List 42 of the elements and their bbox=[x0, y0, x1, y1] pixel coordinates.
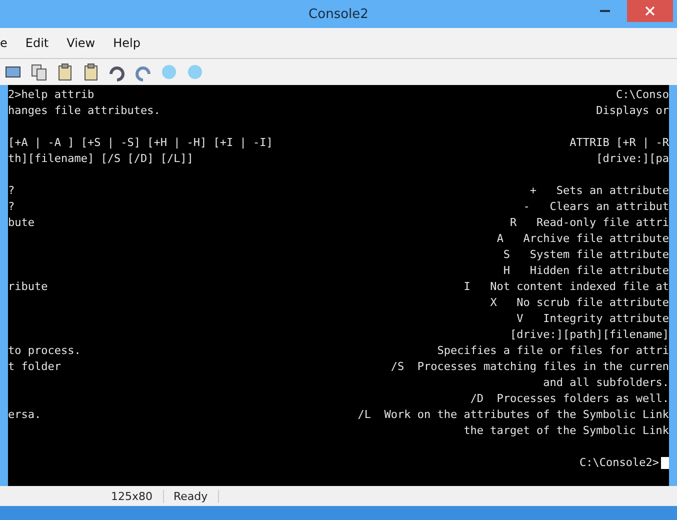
menu-item[interactable]: View bbox=[66, 36, 96, 50]
console-line: the target of the Symbolic Link bbox=[464, 423, 669, 439]
close-button[interactable] bbox=[627, 0, 673, 22]
console-line: th][filename] [/S [/D] [/L]] bbox=[8, 151, 194, 167]
console-line: A Archive file attribute bbox=[496, 231, 669, 247]
menu-item[interactable]: e bbox=[0, 36, 8, 50]
console-line: ATTRIB [+R | -R bbox=[570, 135, 669, 151]
close-icon bbox=[645, 6, 655, 16]
console-line: [drive:][pa bbox=[596, 151, 669, 167]
menu-item[interactable]: Edit bbox=[25, 36, 49, 50]
console-line: Specifies a file or files for attri bbox=[437, 343, 669, 359]
console-line: /L Work on the attributes of the Symbolic Link bbox=[358, 407, 669, 423]
console-line: [+A | -A ] [+S | -S] [+H | -H] [+I | -I] bbox=[8, 135, 273, 151]
console-line: t folder bbox=[8, 359, 61, 375]
console-line: hanges file attributes. bbox=[8, 103, 160, 119]
console-line: + Sets an attribute bbox=[530, 183, 669, 199]
console-line: /D Processes folders as well. bbox=[470, 391, 669, 407]
console-line: /S Processes matching files in the curren bbox=[390, 359, 669, 375]
console-line: ersa. bbox=[8, 407, 42, 423]
console-line: S System file attribute bbox=[503, 247, 669, 263]
console-line: ribute bbox=[8, 279, 48, 295]
menu-item[interactable]: Help bbox=[113, 36, 140, 50]
console-line: - Clears an attribut bbox=[523, 199, 669, 215]
console-line: R Read-only file attri bbox=[510, 215, 669, 231]
console-line: to process. bbox=[8, 343, 81, 359]
console-size: 125x80 bbox=[101, 490, 164, 502]
console-line: C:\Conso bbox=[616, 87, 669, 103]
minimize-icon bbox=[600, 10, 610, 12]
window-title: Console2 bbox=[308, 6, 368, 22]
console-line: Displays or bbox=[596, 103, 669, 119]
console-line: bute bbox=[8, 215, 34, 231]
console-line: V Integrity attribute bbox=[516, 311, 669, 327]
console-line: H Hidden file attribute bbox=[503, 263, 669, 279]
console-line: I Not content indexed file at bbox=[464, 279, 669, 295]
console-line: and all subfolders. bbox=[543, 375, 669, 391]
console-line: [drive:][path][filename] bbox=[510, 327, 669, 343]
console-line: ? bbox=[8, 183, 15, 199]
console-line: ? bbox=[8, 199, 15, 215]
console-line: X No scrub file attribute bbox=[490, 295, 669, 311]
console-line: 2>help attrib bbox=[8, 87, 94, 103]
status-text: Ready bbox=[164, 490, 219, 502]
console-line: C:\Console2> bbox=[580, 455, 659, 471]
